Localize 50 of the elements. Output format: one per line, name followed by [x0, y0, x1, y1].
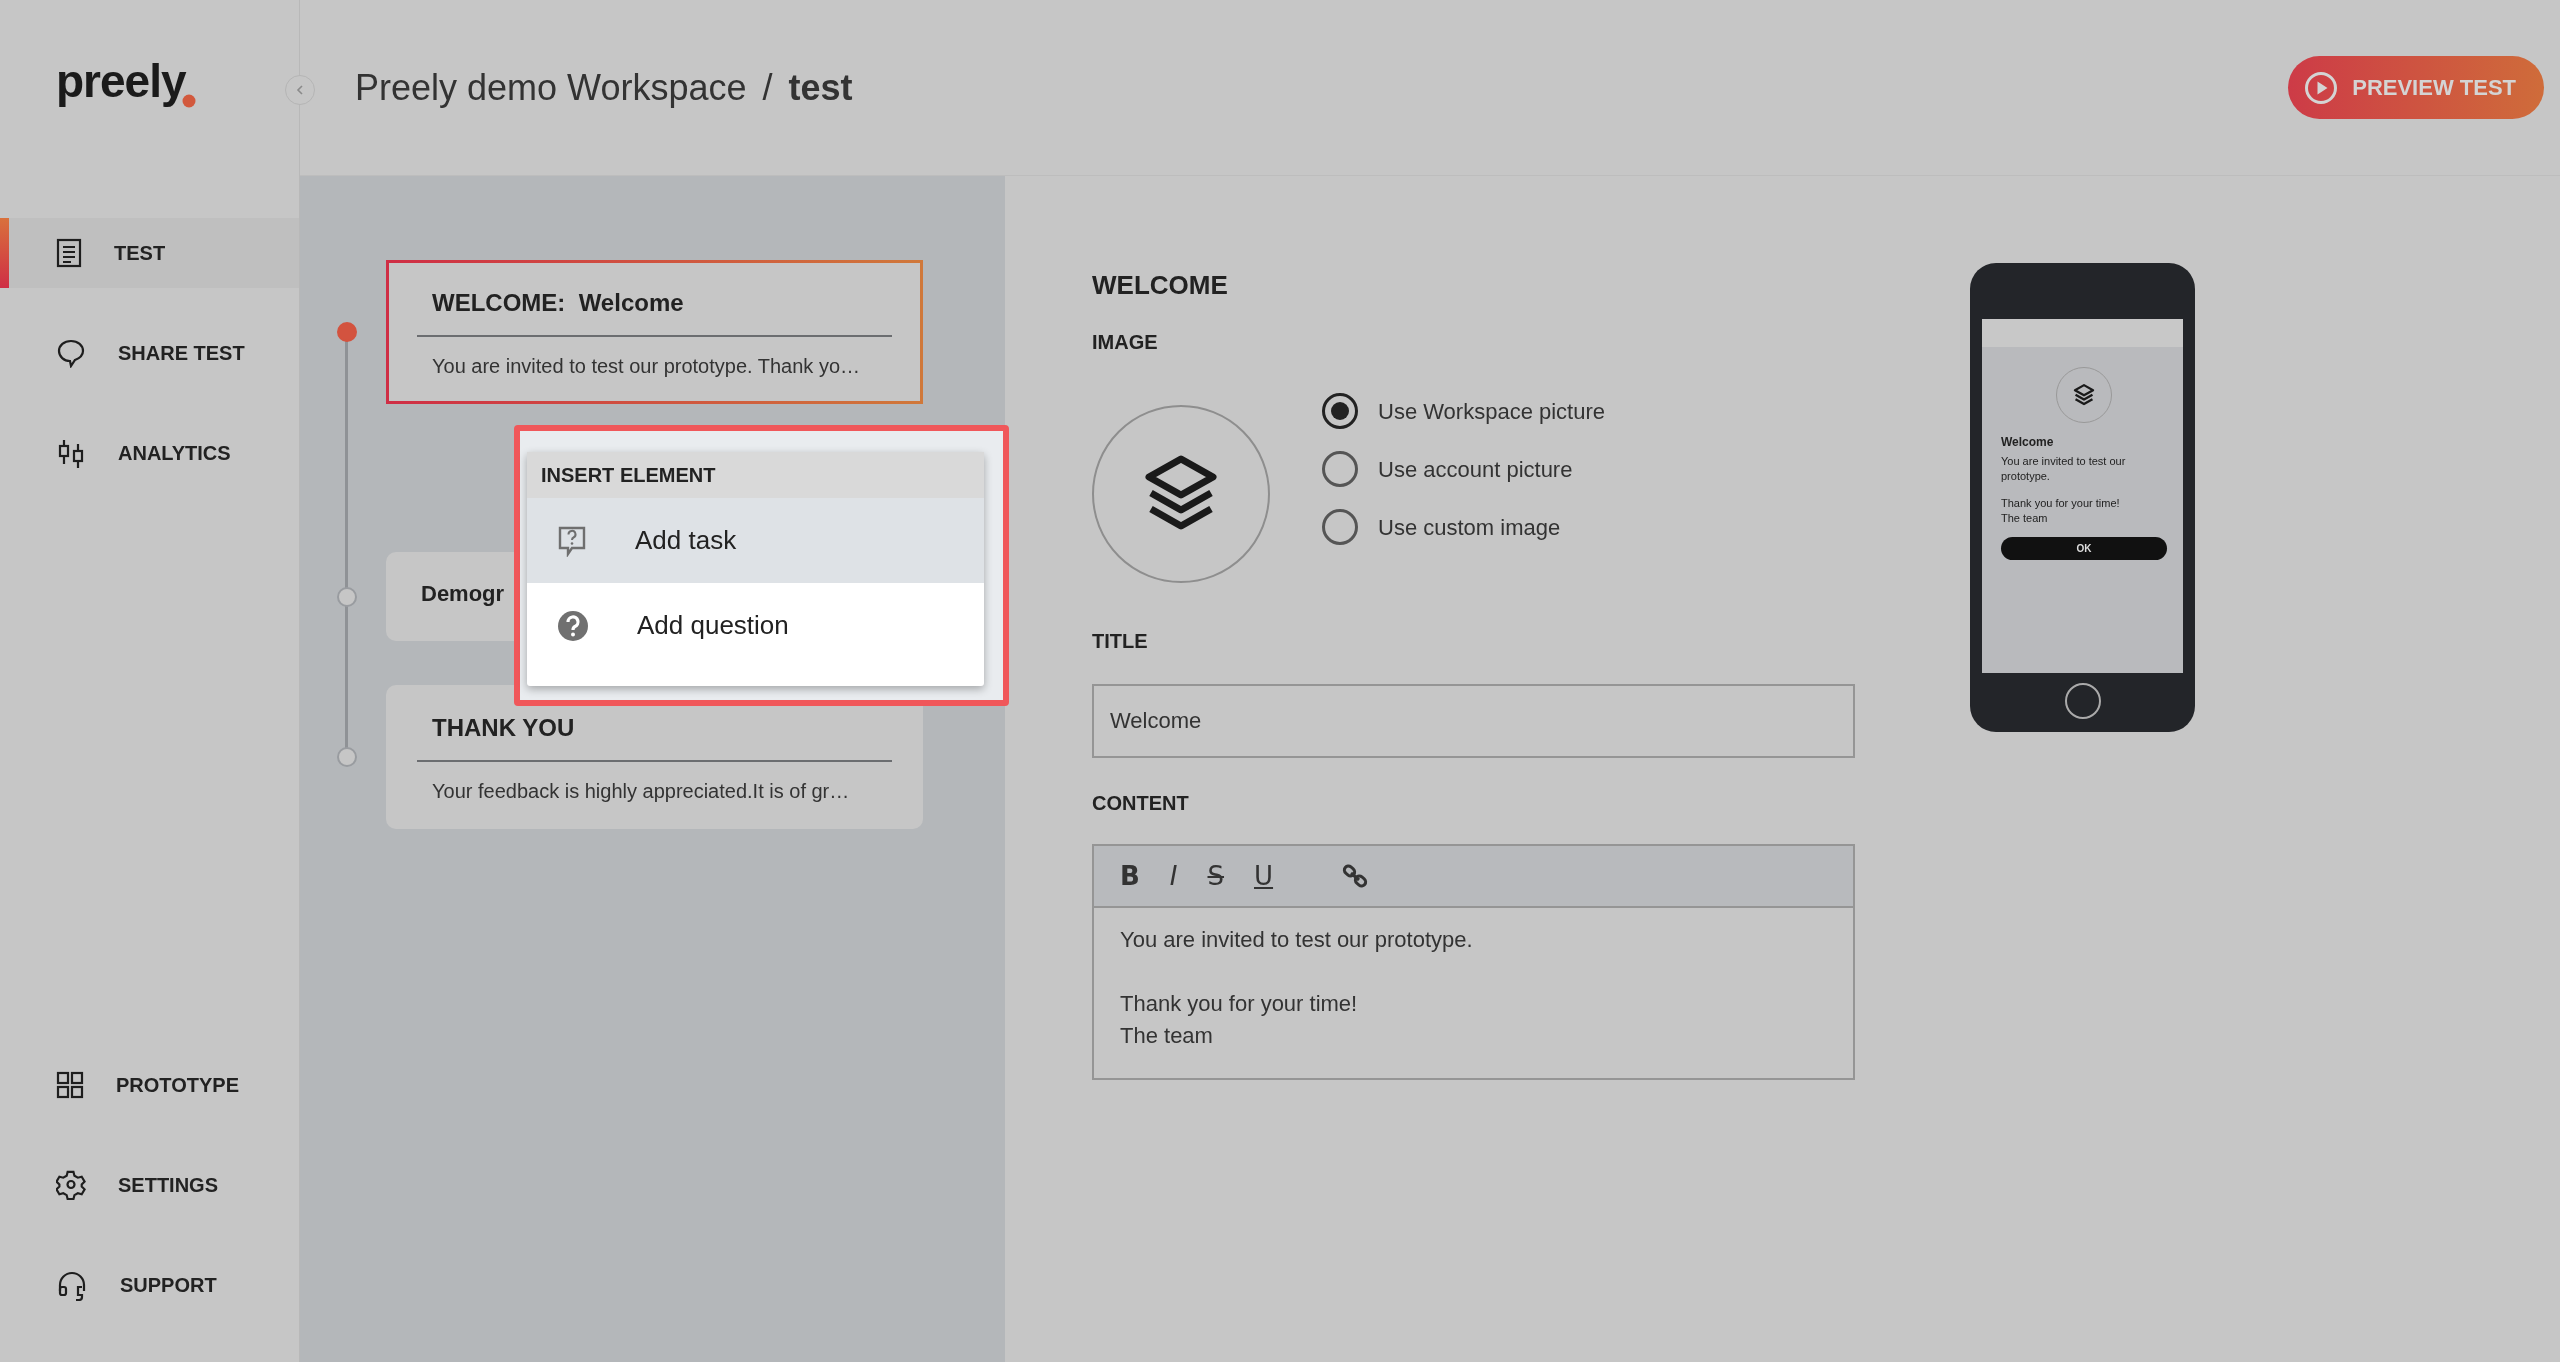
test-name: test [788, 65, 853, 110]
nav-item[interactable]: TEST [0, 218, 299, 288]
workspace-name[interactable]: Preely demo Workspace [355, 60, 747, 115]
layers-icon [2073, 384, 2095, 406]
menu-item[interactable]: Add question [527, 583, 984, 668]
underline-button[interactable]: U [1250, 863, 1278, 889]
bold-button[interactable]: B [1116, 863, 1144, 889]
content-editor[interactable]: B I S U You are invited to test our prototype. Thank you for your time! The team [1092, 844, 1855, 1080]
card-title: THANK YOU [431, 713, 576, 743]
section-heading: WELCOME [1092, 269, 1229, 302]
question-bubble-icon [557, 524, 587, 557]
field-label: IMAGE [1092, 330, 1159, 355]
chevron-left-icon [294, 84, 306, 96]
home-button-icon [2064, 683, 2101, 719]
card-text: You are invited to test our prototype. Thank yo… [431, 354, 862, 379]
menu-title: INSERT ELEMENT [527, 452, 984, 498]
document-icon [56, 238, 82, 268]
analytics-icon [56, 438, 86, 468]
preview-text: Thank you for your time! The team [2001, 495, 2121, 526]
nav-item[interactable]: PROTOTYPE [0, 1050, 299, 1120]
field-label: TITLE [1092, 629, 1149, 654]
help-icon [557, 609, 589, 642]
play-icon [2304, 70, 2339, 105]
nav-item[interactable]: ANALYTICS [0, 418, 299, 488]
nav-item[interactable]: SUPPORT [0, 1250, 299, 1320]
radio-option[interactable]: Use Workspace picture [1322, 393, 1605, 429]
nav-item[interactable]: SHARE TEST [0, 318, 299, 388]
menu-item[interactable]: Add task [527, 498, 984, 583]
card-title: WELCOME: Welcome [431, 288, 685, 318]
settings-icon [56, 1170, 86, 1200]
title-input[interactable]: Welcome [1092, 684, 1855, 758]
preview-title: Welcome [2001, 434, 2055, 451]
radio-option[interactable]: Use custom image [1322, 509, 1605, 545]
active-indicator [0, 218, 9, 288]
chat-bubble-icon [56, 338, 86, 368]
content-paragraph: You are invited to test our prototype. [1120, 926, 1474, 954]
radio-option[interactable]: Use account picture [1322, 451, 1605, 487]
headset-icon [56, 1269, 88, 1301]
strikethrough-button[interactable]: S [1203, 863, 1228, 889]
italic-button[interactable]: I [1165, 863, 1182, 889]
preview-text: You are invited to test our prototype. [2001, 454, 2127, 484]
element-card[interactable]: WELCOME: Welcome You are invited to test our prototype. Thank yo… [386, 260, 923, 404]
card-text: Your feedback is highly appreciated.It is of gr… [431, 779, 851, 804]
grid-icon [56, 1071, 84, 1099]
field-label: CONTENT [1092, 791, 1190, 816]
breadcrumb-separator: / [762, 65, 773, 110]
preview-ok-button[interactable]: OK [2001, 537, 2167, 561]
content-paragraph: Thank you for your time! The team [1120, 989, 1359, 1050]
card-title: Demogr [420, 580, 506, 608]
nav-item[interactable]: SETTINGS [0, 1150, 299, 1220]
